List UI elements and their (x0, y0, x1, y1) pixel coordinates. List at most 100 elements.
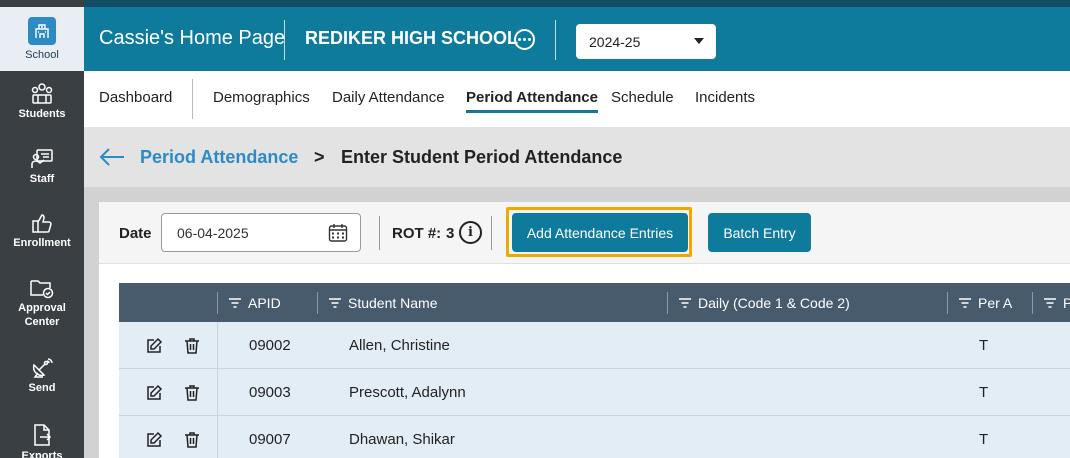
cell-per-a[interactable]: T (979, 369, 988, 415)
back-arrow-icon[interactable] (99, 147, 125, 167)
column-header-label: APID (248, 294, 281, 311)
rail-item-label: Enrollment (13, 237, 71, 249)
table-row[interactable]: 09002 Allen, Christine T (119, 322, 1070, 369)
rail-item-send[interactable]: Send (0, 357, 84, 395)
more-options-icon[interactable] (514, 29, 535, 50)
column-header-label: Daily (Code 1 & Code 2) (698, 294, 850, 311)
module-tabs: Dashboard Demographics Daily Attendance … (84, 71, 1070, 127)
rail-item-approval-center[interactable]: Approval Center (0, 277, 84, 329)
rail-item-label: Staff (29, 173, 55, 185)
header-divider (555, 20, 556, 60)
cell-student-name: Allen, Christine (349, 336, 450, 354)
cell-student-name: Prescott, Adalynn (349, 383, 466, 401)
batch-entry-button[interactable]: Batch Entry (708, 213, 811, 252)
filter-divider (491, 216, 492, 250)
cell-apid: 09003 (249, 383, 291, 401)
tab-demographics[interactable]: Demographics (213, 89, 310, 106)
delete-icon[interactable] (183, 431, 201, 449)
main-content: Date 06-04-2025 ROT #: 3 i Add Attendanc… (84, 187, 1070, 458)
staff-icon (30, 148, 54, 170)
edit-icon[interactable] (145, 337, 163, 355)
info-icon[interactable]: i (459, 221, 482, 244)
rot-label: ROT #: (392, 225, 442, 242)
delete-icon[interactable] (183, 337, 201, 355)
rail-item-staff[interactable]: Staff (0, 148, 84, 186)
rail-item-students[interactable]: Students (0, 83, 84, 121)
column-header-student-name[interactable]: Student Name (329, 283, 438, 322)
breadcrumb-parent-link[interactable]: Period Attendance (140, 147, 298, 168)
cell-apid: 09007 (249, 430, 291, 448)
column-header-apid[interactable]: APID (229, 283, 281, 322)
column-divider (947, 292, 948, 314)
table-header: APID Student Name Daily (Code 1 & Code 2… (119, 283, 1070, 322)
column-divider (217, 292, 218, 314)
attendance-table: APID Student Name Daily (Code 1 & Code 2… (119, 283, 1070, 458)
cell-apid: 09002 (249, 336, 291, 354)
attendance-panel: Date 06-04-2025 ROT #: 3 i Add Attendanc… (99, 202, 1070, 458)
table-row[interactable]: 09007 Dhawan, Shikar T (119, 416, 1070, 458)
cell-per-a[interactable]: T (979, 322, 988, 368)
edit-icon[interactable] (145, 431, 163, 449)
cell-student-name: Dhawan, Shikar (349, 430, 455, 448)
tab-incidents[interactable]: Incidents (695, 89, 755, 106)
cell-per-a[interactable]: T (979, 416, 988, 458)
tab-period-attendance[interactable]: Period Attendance (466, 89, 598, 113)
filter-bar: Date 06-04-2025 ROT #: 3 i Add Attendanc… (99, 202, 1070, 264)
date-field[interactable]: 06-04-2025 (161, 213, 361, 252)
rail-item-label: Exports (21, 450, 63, 458)
add-attendance-entries-button[interactable]: Add Attendance Entries (512, 213, 688, 252)
column-divider (317, 292, 318, 314)
date-value: 06-04-2025 (177, 224, 249, 241)
page-title: Enter Student Period Attendance (341, 147, 623, 167)
school-name: REDIKER HIGH SCHOOL (305, 28, 519, 48)
calendar-icon[interactable] (328, 223, 348, 243)
rail-item-label: School (25, 48, 59, 61)
rail-item-enrollment[interactable]: Enrollment (0, 212, 84, 250)
column-header-per-b[interactable]: P (1044, 283, 1070, 322)
school-year-value: 2024-25 (589, 33, 641, 50)
tab-dashboard[interactable]: Dashboard (99, 89, 172, 106)
tab-daily-attendance[interactable]: Daily Attendance (332, 89, 445, 106)
school-icon (28, 16, 56, 45)
rail-item-exports[interactable]: Exports (0, 423, 84, 458)
tab-schedule[interactable]: Schedule (611, 89, 674, 106)
column-header-label: P (1063, 294, 1070, 311)
filter-icon[interactable] (959, 297, 971, 308)
satellite-icon (30, 357, 54, 379)
rail-item-label: Send (28, 382, 56, 394)
rot-value: 3 (446, 225, 455, 242)
column-divider (217, 369, 218, 416)
thumbs-up-icon (30, 212, 54, 234)
column-header-label: Student Name (348, 294, 438, 311)
rail-item-school[interactable]: School (0, 7, 84, 71)
column-header-daily[interactable]: Daily (Code 1 & Code 2) (679, 283, 850, 322)
school-year-select[interactable]: 2024-25 (576, 24, 716, 59)
caret-down-icon (694, 38, 704, 44)
column-header-per-a[interactable]: Per A (959, 283, 1012, 322)
home-page-title[interactable]: Cassie's Home Page (99, 27, 285, 50)
column-divider (217, 416, 218, 458)
filter-icon[interactable] (229, 297, 241, 308)
column-divider (1032, 292, 1033, 314)
delete-icon[interactable] (183, 384, 201, 402)
column-divider (667, 292, 668, 314)
folder-check-icon (29, 277, 55, 299)
top-header-bar: Cassie's Home Page REDIKER HIGH SCHOOL 2… (84, 0, 1070, 71)
filter-icon[interactable] (329, 297, 341, 308)
filter-icon[interactable] (1044, 297, 1056, 308)
edit-icon[interactable] (145, 384, 163, 402)
date-label: Date (119, 225, 152, 242)
students-icon (30, 83, 54, 105)
rail-item-label: Approval Center (18, 302, 66, 328)
breadcrumb: Period Attendance > Enter Student Period… (84, 127, 1070, 187)
column-header-label: Per A (978, 294, 1013, 311)
filter-divider (379, 216, 380, 250)
header-divider (284, 20, 285, 60)
table-row[interactable]: 09003 Prescott, Adalynn T (119, 369, 1070, 416)
export-icon (30, 423, 54, 447)
rail-item-label: Students (18, 108, 66, 120)
tab-divider (192, 79, 193, 119)
filter-icon[interactable] (679, 297, 691, 308)
left-nav-rail: School Students Staff Enrollment Approva… (0, 0, 84, 458)
column-divider (217, 322, 218, 369)
